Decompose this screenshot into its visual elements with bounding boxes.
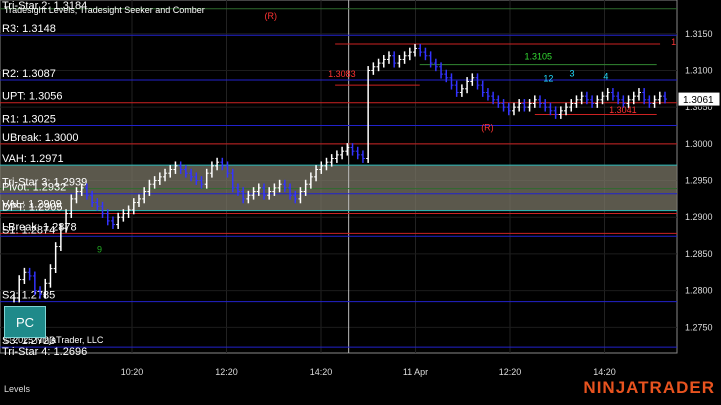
level-label: UBreak: 1.3000 [2, 132, 78, 144]
chart-annotation: 1.3041 [609, 105, 637, 115]
y-tick-label: 1.3000 [685, 139, 713, 149]
level-label: R1: 1.3025 [2, 113, 56, 125]
y-tick-label: 1.2800 [685, 286, 713, 296]
level-label: Pivot: 1.2932 [2, 182, 66, 194]
x-tick-label: 14:20 [593, 367, 616, 377]
level-label: S1: 1.2874 [2, 224, 55, 236]
chart-annotation: 9 [97, 244, 102, 254]
y-tick-label: 1.2900 [685, 212, 713, 222]
y-tick-label: 1.2750 [685, 322, 713, 332]
y-tick-label: 1.3150 [685, 29, 713, 39]
level-label: VAH: 1.2971 [2, 153, 64, 165]
chart-annotation: 1 [671, 37, 676, 47]
level-label: S2: 1.2785 [2, 290, 55, 302]
price-chart[interactable]: 10:20 12:20 14:20 11 Apr 12:20 14:20 1.2750 1.2… [0, 0, 721, 400]
chart-annotation: (R) [481, 123, 494, 133]
chart-annotation: 1.3083 [328, 69, 356, 79]
y-tick-label: 1.2950 [685, 176, 713, 186]
level-label: R2: 1.3087 [2, 68, 56, 80]
value-area-zone [0, 165, 677, 211]
x-tick-label: 12:20 [499, 367, 522, 377]
y-tick-label: 1.3100 [685, 65, 713, 75]
chart-annotation: 4 [603, 71, 608, 81]
level-label: R3: 1.3148 [2, 23, 56, 35]
chart-annotation: 1.3105 [524, 51, 552, 61]
indicator-title: Tradesight Levels, Tradesight Seeker and… [4, 5, 205, 15]
ninjatrader-logo: NINJATRADER [583, 378, 715, 397]
pc-button[interactable]: PC [4, 306, 46, 338]
x-tick-label: 12:20 [215, 367, 238, 377]
chart-annotation: (R) [265, 11, 278, 21]
x-tick-label: 14:20 [310, 367, 333, 377]
level-label: UPT: 1.3056 [2, 91, 63, 103]
x-tick-label: 11 Apr [403, 367, 428, 377]
y-tick-label: 1.2850 [685, 249, 713, 259]
chart-annotation: 3 [570, 68, 575, 78]
level-label: Tri-Star 4: 1.2696 [2, 346, 87, 358]
level-label: DPT: 1.2905 [2, 202, 63, 214]
tab-levels[interactable]: Levels [4, 384, 30, 394]
chart-annotation: 12 [543, 73, 553, 83]
chart-panel[interactable]: 10:20 12:20 14:20 11 Apr 12:20 14:20 1.2750 1.2… [0, 0, 721, 400]
current-price-label: 1.3061 [683, 95, 714, 106]
x-tick-label: 10:20 [121, 367, 144, 377]
